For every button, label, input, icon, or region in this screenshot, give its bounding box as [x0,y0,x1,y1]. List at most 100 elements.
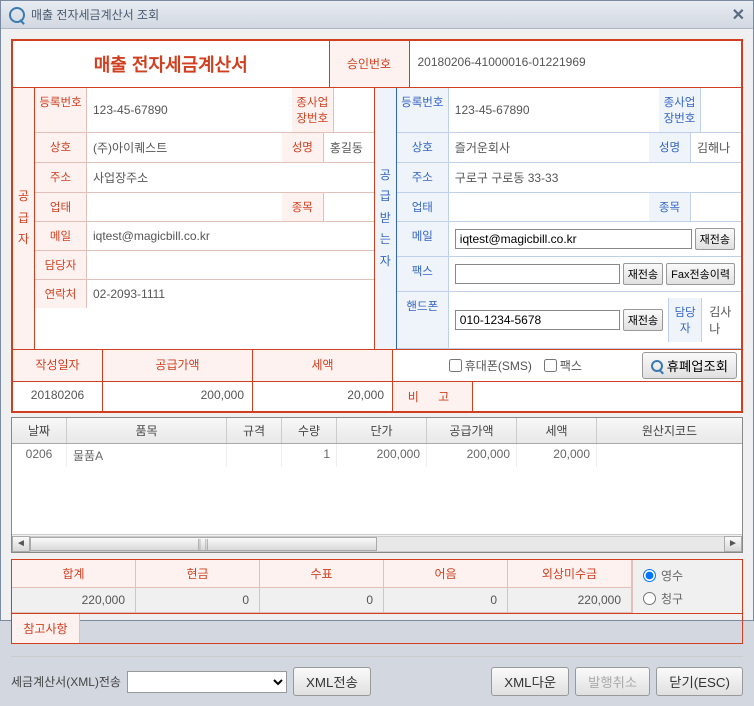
supplier-item-label: 종목 [282,193,324,221]
claim-radio[interactable]: 청구 [643,590,732,607]
scroll-right-icon[interactable]: ► [724,536,742,552]
xml-send-button[interactable]: XML전송 [293,667,371,696]
col-item: 품목 [67,418,227,443]
supplier-mgr [87,251,374,279]
buyer-name-label: 상호 [397,133,449,162]
supplier-tel-label: 연락처 [35,280,87,308]
document-title: 매출 전자세금계산서 [13,41,330,87]
receivable-value: 220,000 [508,588,632,613]
remark-label: 비 고 [393,382,473,411]
supplier-addr-label: 주소 [35,163,87,192]
email-resend-button[interactable]: 재전송 [695,228,735,250]
note-value: 0 [384,588,508,613]
cancel-issue-button[interactable]: 발행취소 [575,667,650,696]
total-value: 220,000 [12,588,136,613]
xml-send-label: 세금계산서(XML)전송 [11,673,121,690]
supplier-subbiz-label: 종사업장번호 [292,88,334,132]
supplier-reg-label: 등록번호 [35,88,87,132]
supplier-reg-no: 123-45-67890 [87,88,292,132]
buyer-phone-input[interactable] [455,310,620,330]
reference-value [80,614,742,643]
send-options: 휴대폰(SMS) 팩스 [393,350,638,381]
buyer-addr-label: 주소 [397,163,449,192]
supplier-name-label: 상호 [35,133,87,162]
col-tax: 세액 [517,418,597,443]
table-row[interactable]: 0206 물품A 1 200,000 200,000 20,000 [12,444,742,467]
buyer-email-input[interactable] [455,229,692,249]
buyer-addr: 구로구 구로동 33-33 [449,163,741,192]
items-grid: 날짜 품목 규격 수량 단가 공급가액 세액 원산지코드 0206 물품A 1 … [11,417,743,553]
write-date-label: 작성일자 [13,350,103,381]
fax-checkbox[interactable]: 팩스 [544,357,582,374]
cash-value: 0 [136,588,260,613]
check-label: 수표 [260,560,384,588]
buyer-biztype [449,193,649,221]
supplier-mgr-label: 담당자 [35,251,87,279]
xml-download-button[interactable]: XML다운 [491,667,569,696]
total-label: 합계 [12,560,136,588]
supplier-biztype-label: 업태 [35,193,87,221]
buyer-fax-label: 팩스 [397,257,449,291]
receivable-label: 외상미수금 [508,560,632,588]
titlebar: 매출 전자세금계산서 조회 ✕ [1,1,753,29]
col-spec: 규격 [227,418,282,443]
sms-checkbox[interactable]: 휴대폰(SMS) [449,357,532,374]
reference-label: 참고사항 [12,614,80,643]
scroll-left-icon[interactable]: ◄ [12,536,30,552]
buyer-subbiz [701,88,741,132]
buyer-reg-label: 등록번호 [397,88,449,132]
supply-amount-label: 공급가액 [103,350,253,381]
receipt-radio[interactable]: 영수 [643,567,732,584]
buyer-biztype-label: 업태 [397,193,449,221]
supplier-vert-label: 공급자 [13,88,35,349]
supplier-name: (주)아이퀘스트 [87,133,282,162]
col-supply: 공급가액 [427,418,517,443]
tax-amount: 20,000 [253,382,393,411]
supplier-email-label: 메일 [35,222,87,250]
supplier-subbiz [334,88,374,132]
supplier-ceo: 홍길동 [324,133,374,162]
buyer-item-label: 종목 [649,193,691,221]
search-icon [651,360,663,372]
business-status-button[interactable]: 휴폐업조회 [642,352,737,379]
cash-label: 현금 [136,560,260,588]
write-date: 20180206 [13,382,103,411]
col-origin: 원산지코드 [597,418,742,443]
buyer-email-label: 메일 [397,222,449,256]
col-qty: 수량 [282,418,337,443]
tax-amount-label: 세액 [253,350,393,381]
supply-amount: 200,000 [103,382,253,411]
close-button[interactable]: 닫기(ESC) [656,667,743,696]
app-icon [9,7,25,23]
approval-no: 20180206-41000016-01221969 [410,41,742,87]
window-title: 매출 전자세금계산서 조회 [31,6,159,23]
buyer-mgr: 김사나 [705,303,735,337]
supplier-item [324,193,374,221]
fax-history-button[interactable]: Fax전송이력 [666,263,735,285]
horizontal-scrollbar[interactable]: ◄ ║║ ► [12,534,742,552]
check-value: 0 [260,588,384,613]
xml-send-select[interactable] [127,671,287,693]
col-date: 날짜 [12,418,67,443]
buyer-subbiz-label: 종사업장번호 [659,88,701,132]
supplier-tel: 02-2093-1111 [87,280,374,308]
buyer-phone-label: 핸드폰 [397,292,449,348]
close-icon[interactable]: ✕ [732,5,745,25]
buyer-fax-input[interactable] [455,264,620,284]
buyer-reg-no: 123-45-67890 [449,88,659,132]
buyer-name: 즐거운회사 [449,133,649,162]
phone-resend-button[interactable]: 재전송 [623,309,663,331]
supplier-email: iqtest@magicbill.co.kr [87,222,374,250]
buyer-mgr-label: 담당자 [668,298,702,342]
supplier-ceo-label: 성명 [282,133,324,162]
approval-no-label: 승인번호 [330,41,410,87]
scroll-thumb[interactable]: ║║ [30,537,377,551]
supplier-addr: 사업장주소 [87,163,374,192]
buyer-vert-label: 공급받는자 [375,88,397,349]
buyer-ceo: 김해나 [691,133,741,162]
note-label: 어음 [384,560,508,588]
buyer-item [691,193,741,221]
remark-value [473,382,741,411]
col-price: 단가 [337,418,427,443]
fax-resend-button[interactable]: 재전송 [623,263,663,285]
